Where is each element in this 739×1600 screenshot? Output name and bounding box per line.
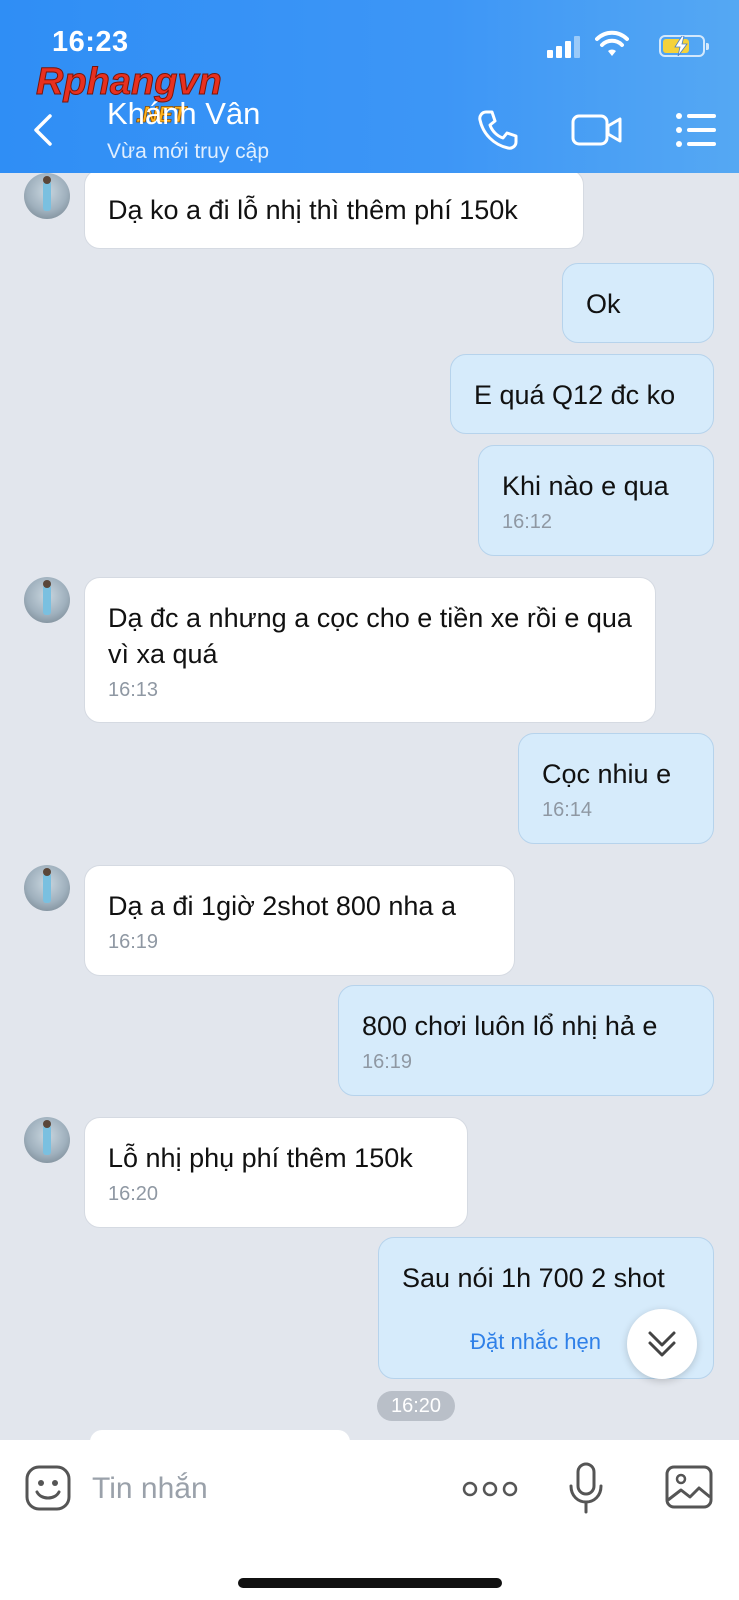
scroll-down-button[interactable] [627, 1309, 697, 1379]
message-text: Dạ đc a nhưng a cọc cho e tiền xe rồi e … [108, 603, 632, 669]
more-options-icon[interactable] [462, 1474, 518, 1504]
message-bubble-outgoing[interactable]: Ok [562, 263, 714, 343]
message-bubble-incoming[interactable]: Dạ đc a nhưng a cọc cho e tiền xe rồi e … [84, 577, 656, 723]
message-time: 16:12 [502, 511, 553, 533]
image-gallery-icon[interactable] [664, 1464, 714, 1510]
message-text: Sau nói 1h 700 2 shot [402, 1263, 665, 1293]
message-text: Dạ a đi 1giờ 2shot 800 nha a [108, 891, 456, 921]
menu-list-icon[interactable] [674, 108, 718, 152]
home-indicator [238, 1578, 502, 1588]
chat-header: 16:23 Rphangvn .NET Khánh Vân Vừa mới tr… [0, 0, 739, 173]
contact-avatar[interactable] [24, 865, 70, 911]
message-text: Khi nào e qua [502, 471, 669, 501]
battery-icon [659, 35, 709, 57]
microphone-icon[interactable] [568, 1462, 604, 1514]
sticker-emoji-icon[interactable] [24, 1464, 72, 1512]
message-time: 16:20 [108, 1183, 159, 1205]
status-time: 16:23 [52, 26, 129, 58]
message-text: Dạ ko a đi lỗ nhị thì thêm phí 150k [108, 195, 518, 225]
contact-avatar[interactable] [24, 1117, 70, 1163]
message-bubble-outgoing[interactable]: Khi nào e qua 16:12 [478, 445, 714, 556]
message-time: 16:13 [108, 679, 159, 701]
message-bubble-incoming[interactable]: Dạ ko a đi lỗ nhị thì thêm phí 150k [84, 173, 584, 249]
message-list[interactable]: Dạ ko a đi lỗ nhị thì thêm phí 150k Ok E… [0, 173, 739, 1440]
message-time: 16:14 [542, 799, 593, 821]
video-camera-icon[interactable] [570, 108, 624, 152]
message-text: Ok [586, 289, 621, 319]
signal-icon [547, 36, 581, 58]
message-text: Cọc nhiu e [542, 759, 672, 789]
wifi-icon [595, 30, 629, 56]
composer-bar [0, 1440, 739, 1600]
message-text: E quá Q12 đc ko [474, 380, 676, 410]
message-bubble-partial [90, 1430, 350, 1440]
contact-avatar[interactable] [24, 173, 70, 219]
message-input[interactable] [92, 1468, 432, 1510]
contact-status: Vừa mới truy cập [107, 140, 270, 163]
message-bubble-outgoing[interactable]: E quá Q12 đc ko [450, 354, 714, 434]
set-reminder-link[interactable]: Đặt nhắc hẹn [470, 1324, 601, 1360]
message-bubble-incoming[interactable]: Dạ a đi 1giờ 2shot 800 nha a 16:19 [84, 865, 515, 976]
message-bubble-incoming[interactable]: Lỗ nhị phụ phí thêm 150k 16:20 [84, 1117, 468, 1228]
contact-avatar[interactable] [24, 577, 70, 623]
message-bubble-outgoing[interactable]: Cọc nhiu e 16:14 [518, 733, 714, 844]
message-text: Lỗ nhị phụ phí thêm 150k [108, 1143, 413, 1173]
message-bubble-outgoing[interactable]: 800 chơi luôn lổ nhị hả e 16:19 [338, 985, 714, 1096]
double-chevron-down-icon [648, 1331, 676, 1357]
message-time: 16:19 [362, 1051, 413, 1073]
status-icons [511, 30, 711, 60]
phone-icon[interactable] [476, 108, 520, 152]
message-text: 800 chơi luôn lổ nhị hả e [362, 1011, 658, 1041]
message-time: 16:19 [108, 931, 159, 953]
time-divider: 16:20 [377, 1391, 455, 1421]
contact-name[interactable]: Khánh Vân [107, 96, 260, 132]
back-arrow-icon[interactable] [28, 110, 58, 150]
